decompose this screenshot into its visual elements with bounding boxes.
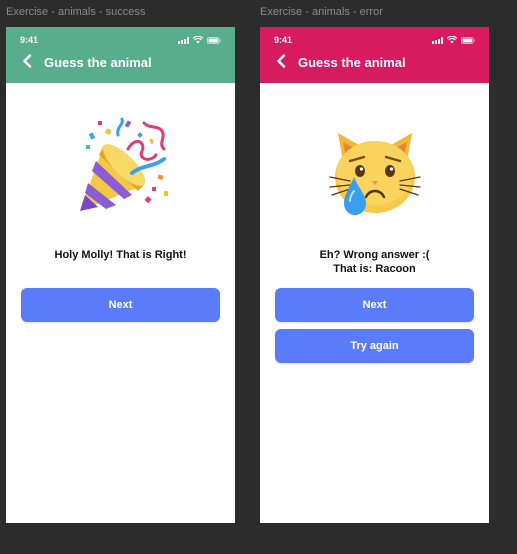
- party-popper-icon: [66, 115, 176, 225]
- page-title: Guess the animal: [44, 55, 152, 70]
- battery-icon: [207, 36, 221, 44]
- phone-frame-success: 9:41 Guess the animal Holy Molly! That i…: [6, 27, 235, 523]
- wifi-icon: [193, 36, 203, 44]
- result-message: Holy Molly! That is Right!: [6, 248, 235, 262]
- status-icons: [178, 36, 221, 44]
- wifi-icon: [447, 36, 457, 44]
- result-message-line1: Holy Molly! That is Right!: [54, 249, 187, 261]
- back-button[interactable]: [18, 52, 36, 70]
- signal-icon: [178, 36, 189, 44]
- phone-frame-error: 9:41 Guess the animal Eh? Wrong answer:…: [260, 27, 489, 523]
- status-time: 9:41: [274, 35, 293, 45]
- back-button[interactable]: [272, 52, 290, 70]
- status-time: 9:41: [20, 35, 39, 45]
- frame-label-error: Exercise - animals - error: [260, 6, 383, 18]
- result-message-line2: That is: Racoon: [333, 263, 416, 275]
- chevron-left-icon: [23, 54, 32, 68]
- battery-icon: [461, 36, 475, 44]
- chevron-left-icon: [277, 54, 286, 68]
- result-message: Eh? Wrong answer :( That is: Racoon: [260, 248, 489, 276]
- status-icons: [432, 36, 475, 44]
- crying-cat-icon: [320, 115, 430, 225]
- next-button[interactable]: Next: [21, 288, 220, 322]
- signal-icon: [432, 36, 443, 44]
- app-header: 9:41 Guess the animal: [6, 27, 235, 83]
- page-title: Guess the animal: [298, 55, 406, 70]
- next-button[interactable]: Next: [275, 288, 474, 322]
- try-again-button[interactable]: Try again: [275, 329, 474, 363]
- frame-label-success: Exercise - animals - success: [6, 6, 146, 18]
- app-header: 9:41 Guess the animal: [260, 27, 489, 83]
- result-message-line1: Eh? Wrong answer :(: [319, 249, 430, 261]
